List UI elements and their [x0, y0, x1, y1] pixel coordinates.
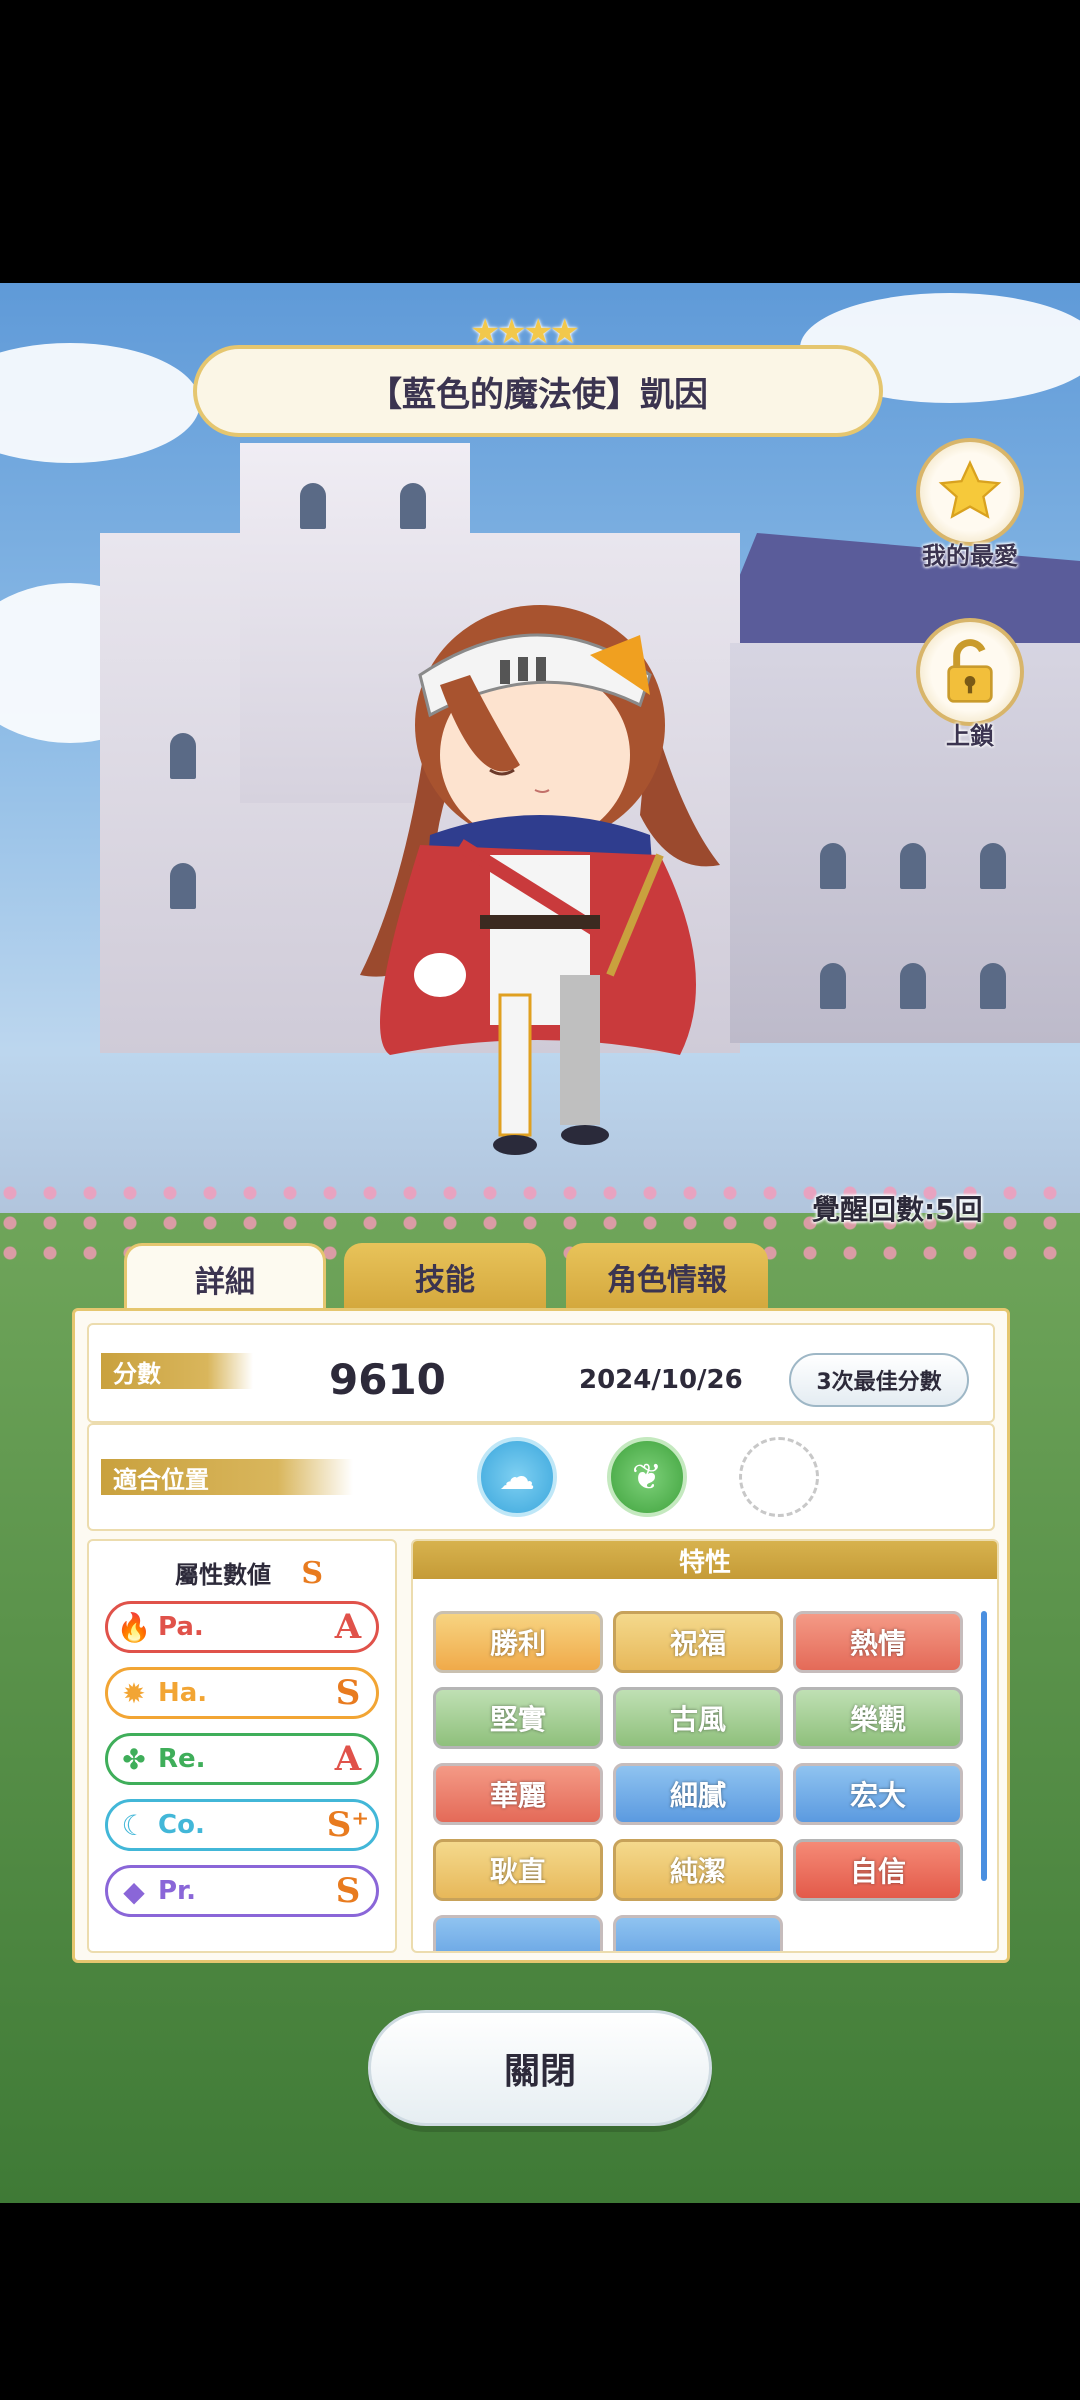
trait-chip[interactable]: 勝利: [433, 1611, 603, 1673]
trait-chip[interactable]: 耿直: [433, 1839, 603, 1901]
unlock-icon: [947, 639, 993, 703]
attribute-happy: ✹ Ha. S: [105, 1667, 379, 1719]
attributes-box: 屬性數値 S 🔥 Pa. A ✹ Ha. S ✤ Re. A ☾ Co. S⁺ …: [87, 1539, 397, 1953]
score-row: 分數 9610 2024/10/26 3次最佳分數: [87, 1323, 995, 1423]
attribute-relax: ✤ Re. A: [105, 1733, 379, 1785]
trait-chip[interactable]: 自信: [793, 1839, 963, 1901]
fire-icon: 🔥: [116, 1610, 152, 1644]
sun-icon: ✹: [122, 1676, 146, 1710]
trait-chip-partial[interactable]: [433, 1915, 603, 1951]
character-name-banner: 【藍色的魔法使】凱因: [193, 345, 883, 437]
lock-label: 上鎖: [946, 722, 994, 750]
traits-scrollbar[interactable]: [981, 1611, 987, 1881]
character-sprite: [360, 605, 720, 1155]
tab-skills[interactable]: 技能: [344, 1243, 546, 1311]
attribute-cool: ☾ Co. S⁺: [105, 1799, 379, 1851]
close-button[interactable]: 關閉: [368, 2010, 712, 2126]
traits-box: 特性 勝利 祝福 熱情 堅實 古風 樂觀 華麗 細膩 宏大 耿直 純潔 自信: [411, 1539, 999, 1953]
details-panel: 分數 9610 2024/10/26 3次最佳分數 適合位置 ☁ ❦ 屬性數値 …: [72, 1308, 1010, 1963]
empty-position-slot: [739, 1437, 819, 1517]
position-row: 適合位置 ☁ ❦: [87, 1423, 995, 1531]
attributes-title: 屬性數値 S: [175, 1556, 324, 1591]
position-label: 適合位置: [101, 1459, 353, 1495]
awakening-count: 覺醒回數:5回: [812, 1193, 983, 1226]
trait-chip[interactable]: 純潔: [613, 1839, 783, 1901]
best-scores-button[interactable]: 3次最佳分數: [789, 1353, 969, 1407]
trait-chip[interactable]: 華麗: [433, 1763, 603, 1825]
diamond-icon: ◆: [123, 1874, 145, 1908]
trait-chip[interactable]: 祝福: [613, 1611, 783, 1673]
score-value: 9610: [329, 1355, 446, 1404]
trait-chip-partial[interactable]: [613, 1915, 783, 1951]
leaf-spiral-icon[interactable]: ❦: [607, 1437, 687, 1517]
score-label: 分數: [101, 1353, 253, 1389]
attribute-passion: 🔥 Pa. A: [105, 1601, 379, 1653]
wave-icon: ☾: [121, 1808, 147, 1842]
trait-chip[interactable]: 宏大: [793, 1763, 963, 1825]
cloud-icon[interactable]: ☁: [477, 1437, 557, 1517]
tab-details[interactable]: 詳細: [124, 1243, 326, 1311]
score-date: 2024/10/26: [579, 1365, 743, 1395]
trait-chip[interactable]: 堅實: [433, 1687, 603, 1749]
trait-chip[interactable]: 樂觀: [793, 1687, 963, 1749]
tab-character-info[interactable]: 角色情報: [566, 1243, 768, 1311]
clover-icon: ✤: [122, 1742, 146, 1776]
attribute-pride: ◆ Pr. S: [105, 1865, 379, 1917]
traits-title: 特性: [413, 1541, 997, 1579]
star-icon: [938, 460, 1002, 519]
overall-grade: S: [301, 1556, 324, 1591]
trait-chip[interactable]: 古風: [613, 1687, 783, 1749]
trait-chip[interactable]: 熱情: [793, 1611, 963, 1673]
trait-chip[interactable]: 細膩: [613, 1763, 783, 1825]
favorite-label: 我的最愛: [922, 542, 1018, 570]
lock-button[interactable]: 上鎖: [912, 618, 1028, 751]
favorite-button[interactable]: 我的最愛: [912, 438, 1028, 571]
